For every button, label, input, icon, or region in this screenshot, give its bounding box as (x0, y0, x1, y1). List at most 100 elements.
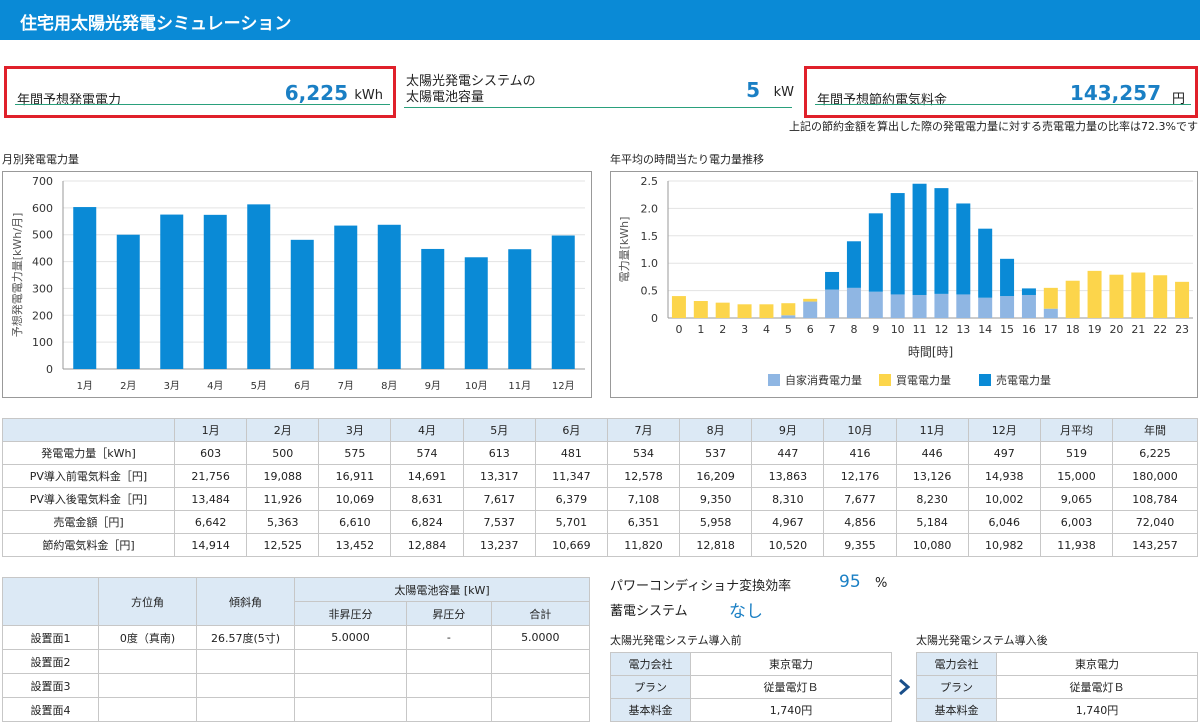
table-cell: 6,824 (390, 510, 464, 534)
table-column-header: 12月 (967, 418, 1041, 442)
capacity-unit: kW (773, 85, 794, 100)
monthly-xtick-label: 11月 (508, 380, 531, 392)
monthly-ytick-label: 0 (46, 363, 53, 376)
hourly-bar-self (890, 294, 905, 318)
table-cell: 10,520 (751, 533, 825, 557)
panel-table-corner (2, 577, 99, 626)
annual-power-underline (15, 104, 390, 105)
table-row-label: 売電金額［円] (2, 510, 175, 534)
hourly-xtick-label: 20 (1109, 323, 1123, 336)
page-header: 住宅用太陽光発電シミュレーション (0, 0, 1200, 40)
contract-value: 従量電灯Ｂ (690, 675, 892, 699)
monthly-chart: 0 100 200 300 400 500 600 700 1月 2月 3月 4月 5月 6月 7月 8月 9月… (10, 175, 585, 392)
hourly-xtick-label: 8 (850, 323, 857, 336)
table-cell: 446 (895, 441, 969, 465)
hourly-xtick-label: 10 (891, 323, 905, 336)
hourly-chart: 00.51.01.52.02.50 1 2 3 4 5 6 7 8 9 10 11 12 13 14 15 16… (618, 175, 1193, 387)
monthly-xtick-label: 2月 (120, 380, 136, 392)
before-title: 太陽光発電システム導入前 (610, 634, 742, 647)
hourly-ytick-label: 2.0 (641, 202, 659, 215)
contract-value: 東京電力 (690, 652, 892, 676)
annual-power-unit: kWh (354, 88, 383, 103)
table-cell: 19,088 (246, 464, 320, 488)
table-cell: 11,820 (606, 533, 681, 557)
table-cell: 13,452 (318, 533, 392, 557)
monthly-table-header: 1月 2月 3月 4月 5月 6月 7月 8月 9月 10月 11月 12月 月平均 年間 (2, 418, 1198, 442)
panel-cell: - (406, 625, 492, 650)
panel-row: 設置面3 (2, 673, 591, 698)
hourly-y-axis-label: 電力量[kWh] (618, 217, 631, 283)
table-cell: 11,926 (246, 487, 320, 511)
table-cell: 9,355 (823, 533, 897, 557)
hourly-ytick-label: 1.0 (641, 257, 659, 270)
monthly-xtick-label: 4月 (207, 380, 223, 392)
monthly-ytick-label: 700 (32, 175, 53, 188)
azimuth-header: 方位角 (98, 577, 197, 626)
table-row-label: PV導入後電気料金［円] (2, 487, 175, 511)
nonboost-header: 非昇圧分 (294, 601, 407, 626)
table-cell: 13,126 (895, 464, 969, 488)
monthly-bar (334, 225, 358, 369)
panel-cell (196, 697, 295, 722)
panel-cell (294, 649, 407, 674)
table-cell: 9,065 (1039, 487, 1114, 511)
capacity-summary: 太陽光発電システムの 太陽電池容量 5 kW (396, 66, 800, 118)
monthly-ytick-label: 300 (32, 282, 53, 295)
hourly-chart-title: 年平均の時間当たり電力量推移 (610, 153, 764, 166)
hourly-xtick-label: 16 (1022, 323, 1036, 336)
panel-cell (490, 649, 591, 674)
hourly-xtick-label: 11 (913, 323, 927, 336)
table-column-header: 8月 (679, 418, 753, 442)
monthly-chart-title: 月別発電電力量 (2, 153, 79, 166)
monthly-bar (290, 239, 314, 369)
panel-row-label: 設置面1 (2, 625, 99, 650)
panel-cell (98, 697, 197, 722)
hourly-bar-buy (803, 298, 818, 302)
table-cell: 143,257 (1112, 533, 1198, 557)
table-cell: 11,347 (534, 464, 608, 488)
legend-swatch (879, 374, 891, 386)
table-cell: 574 (390, 441, 464, 465)
table-cell: 16,209 (679, 464, 753, 488)
hourly-bar-sell (934, 188, 949, 294)
panel-cell: 26.57度(5寸) (196, 625, 295, 650)
table-cell: 14,938 (967, 464, 1041, 488)
table-cell: 5,363 (246, 510, 320, 534)
table-cell: 6,003 (1039, 510, 1114, 534)
table-cell: 13,237 (462, 533, 536, 557)
monthly-chart-box: 0 100 200 300 400 500 600 700 1月 2月 3月 4月 5月 6月 7月 8月 9月… (2, 171, 592, 398)
hourly-xtick-label: 5 (785, 323, 792, 336)
table-cell: 14,691 (390, 464, 464, 488)
hourly-bar-sell (890, 193, 905, 295)
hourly-xtick-label: 23 (1175, 323, 1189, 336)
after-contract-table: 電力会社 東京電力 プラン 従量電灯Ｂ 基本料金 1,740円 (916, 652, 1198, 722)
table-cell: 519 (1039, 441, 1114, 465)
monthly-xtick-label: 8月 (381, 380, 397, 392)
hourly-xtick-label: 4 (763, 323, 770, 336)
table-cell: 16,911 (318, 464, 392, 488)
hourly-xtick-label: 9 (872, 323, 879, 336)
panel-cell: 5.0000 (294, 625, 407, 650)
table-cell: 575 (318, 441, 392, 465)
monthly-table: 1月 2月 3月 4月 5月 6月 7月 8月 9月 10月 11月 12月 月平均 年間 発電電力量［k… (2, 418, 1198, 557)
monthly-xtick-label: 12月 (552, 380, 575, 392)
hourly-xtick-label: 18 (1066, 323, 1080, 336)
table-column-header: 11月 (895, 418, 969, 442)
contract-key: プラン (610, 675, 691, 699)
hourly-xtick-label: 0 (675, 323, 682, 336)
monthly-ytick-label: 400 (32, 256, 53, 269)
panel-cell (490, 697, 591, 722)
hourly-xtick-label: 12 (934, 323, 948, 336)
table-cell: 21,756 (173, 464, 248, 488)
table-column-header: 年間 (1112, 418, 1198, 442)
table-column-header: 2月 (246, 418, 320, 442)
table-cell: 12,578 (606, 464, 681, 488)
after-contract-row: 基本料金 1,740円 (916, 698, 1198, 722)
table-cell: 6,610 (318, 510, 392, 534)
table-cell: 6,225 (1112, 441, 1198, 465)
hourly-xtick-label: 2 (719, 323, 726, 336)
hourly-xtick-label: 6 (807, 323, 814, 336)
monthly-y-axis-label: 予想発電電力量[kWh/月] (10, 213, 24, 338)
savings-label: 年間予想節約電気料金 (817, 93, 948, 108)
legend-swatch (979, 374, 991, 386)
